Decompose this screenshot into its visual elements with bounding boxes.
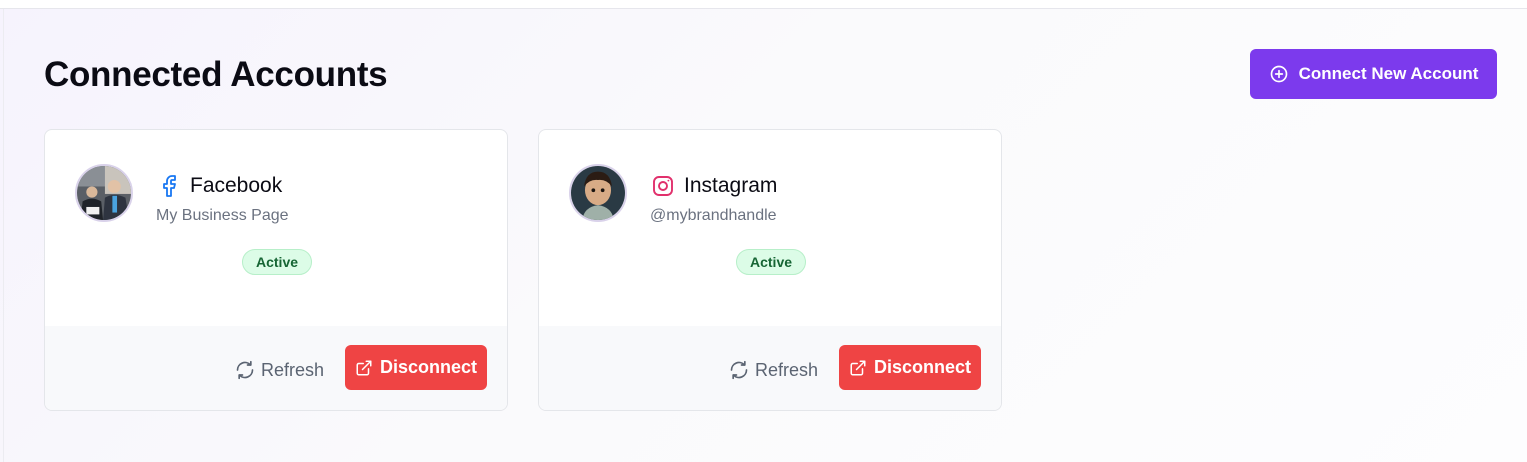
refresh-icon xyxy=(729,360,749,380)
external-link-icon xyxy=(849,359,867,377)
disconnect-button[interactable]: Disconnect xyxy=(345,345,487,390)
refresh-button[interactable]: Refresh xyxy=(235,356,324,384)
page-title: Connected Accounts xyxy=(44,55,388,94)
disconnect-label: Disconnect xyxy=(873,357,972,377)
refresh-button[interactable]: Refresh xyxy=(729,356,818,384)
avatar xyxy=(569,164,627,222)
top-bar xyxy=(0,0,1527,9)
connect-new-account-button[interactable]: Connect New Account xyxy=(1250,49,1497,99)
platform-row: Instagram xyxy=(651,174,777,198)
refresh-icon xyxy=(235,360,255,380)
status-badge: Active xyxy=(736,249,807,275)
account-card-instagram: Instagram @mybrandhandle Active Refresh … xyxy=(538,129,1002,411)
external-link-icon xyxy=(355,359,373,377)
disconnect-label: Disconnect xyxy=(379,357,478,377)
platform-row: Facebook xyxy=(157,174,282,198)
connect-new-account-label: Connect New Account xyxy=(1298,64,1479,83)
account-handle: @mybrandhandle xyxy=(650,207,777,224)
facebook-icon xyxy=(157,174,181,198)
avatar xyxy=(75,164,133,222)
platform-name: Facebook xyxy=(190,174,283,197)
refresh-label: Refresh xyxy=(755,359,819,380)
instagram-icon xyxy=(651,174,675,198)
status-badge: Active xyxy=(242,249,313,275)
account-handle: My Business Page xyxy=(156,207,289,224)
disconnect-button[interactable]: Disconnect xyxy=(839,345,981,390)
sidebar-divider xyxy=(3,9,4,462)
plus-circle-icon xyxy=(1269,64,1289,84)
refresh-label: Refresh xyxy=(261,359,325,380)
account-card-facebook: Facebook My Business Page Active Refresh… xyxy=(44,129,508,411)
platform-name: Instagram xyxy=(684,174,778,197)
